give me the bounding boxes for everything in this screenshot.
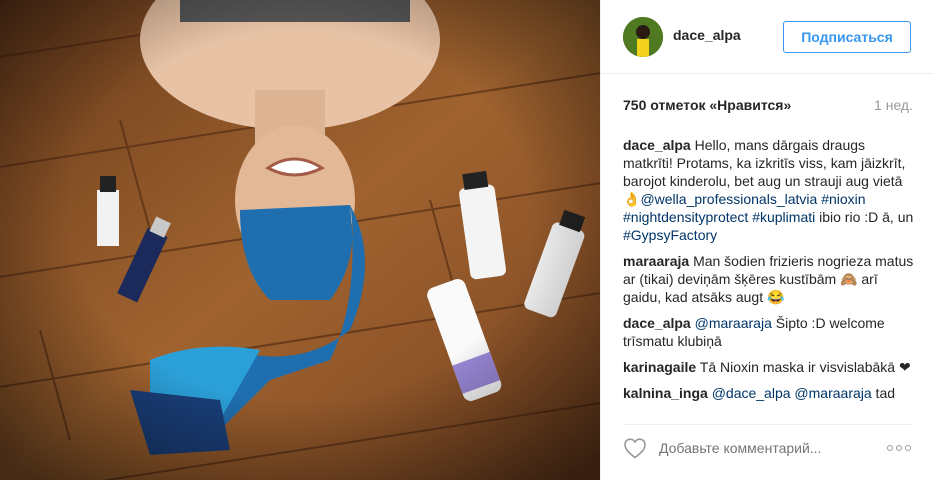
comment-text: Tā Nioxin maska ir visvislabākā ❤	[699, 359, 911, 375]
likes-row: 750 отметок «Нравится» 1 нед.	[623, 97, 913, 115]
avatar-image	[623, 17, 663, 57]
post-sidebar: dace_alpa Подписаться 750 отметок «Нрави…	[600, 0, 934, 480]
comment-username[interactable]: dace_alpa	[623, 315, 691, 331]
comment: karinagaile Tā Nioxin maska ir visvislab…	[623, 358, 915, 376]
comment-tag-link[interactable]: @maraaraja	[794, 385, 871, 401]
comment-tag-link[interactable]: #kuplimati	[752, 209, 815, 225]
post-header: dace_alpa Подписаться	[601, 0, 934, 74]
comment-tag-link[interactable]: @maraaraja	[695, 315, 772, 331]
post-photo[interactable]	[0, 0, 600, 480]
comment: kalnina_inga @dace_alpa @maraaraja tad	[623, 384, 915, 402]
comment-tag-link[interactable]: #nioxin	[821, 191, 865, 207]
post-time[interactable]: 1 нед.	[874, 97, 913, 113]
heart-icon[interactable]	[623, 437, 647, 459]
more-dot	[896, 445, 902, 451]
comments-list: dace_alpa Hello, mans dārgais draugs mat…	[623, 136, 915, 412]
comment-text: ibio rio :D ā, un	[815, 209, 914, 225]
more-options-icon[interactable]	[887, 441, 913, 455]
comment-tag-link[interactable]: @dace_alpa	[712, 385, 791, 401]
comment-username[interactable]: dace_alpa	[623, 137, 691, 153]
comment: dace_alpa @maraaraja Šipto :D welcome tr…	[623, 314, 915, 350]
comment-tag-link[interactable]: @wella_professionals_latvia	[640, 191, 817, 207]
comment-text: tad	[871, 385, 896, 401]
comment-username[interactable]: kalnina_inga	[623, 385, 708, 401]
comment-username[interactable]: maraaraja	[623, 253, 689, 269]
likes-count[interactable]: 750 отметок «Нравится»	[623, 97, 791, 113]
comment-tag-link[interactable]: #nightdensityprotect	[623, 209, 748, 225]
comment: dace_alpa Hello, mans dārgais draugs mat…	[623, 136, 915, 244]
comment-input[interactable]	[659, 437, 879, 459]
avatar[interactable]	[623, 17, 663, 57]
follow-button[interactable]: Подписаться	[783, 21, 911, 53]
author-username[interactable]: dace_alpa	[673, 27, 741, 43]
comment: maraaraja Man šodien frizieris nogrieza …	[623, 252, 915, 306]
photo-illustration	[0, 0, 600, 480]
comment-tag-link[interactable]: #GypsyFactory	[623, 227, 717, 243]
more-dot	[887, 445, 893, 451]
divider	[623, 424, 913, 425]
more-dot	[905, 445, 911, 451]
instagram-post: dace_alpa Подписаться 750 отметок «Нрави…	[0, 0, 934, 480]
comment-username[interactable]: karinagaile	[623, 359, 696, 375]
